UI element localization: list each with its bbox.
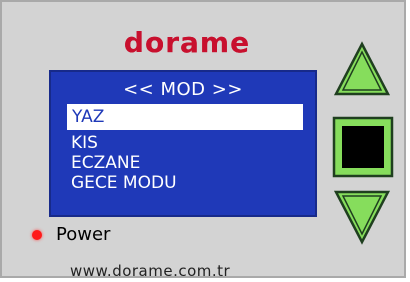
brand-logo: dorame: [90, 24, 284, 60]
website-text: www.dorame.com.tr: [70, 262, 231, 280]
menu-item-label: YAZ: [72, 107, 105, 127]
down-button[interactable]: [332, 186, 392, 246]
device-panel: dorame << MOD >> YAZ KIS ECZANE GECE MOD…: [0, 0, 406, 280]
brand-logo-text: dorame: [123, 25, 251, 59]
up-button[interactable]: [332, 40, 392, 100]
menu-item-label: KIS: [71, 133, 98, 153]
lcd-display: << MOD >> YAZ KIS ECZANE GECE MODU: [49, 70, 317, 217]
power-label: Power: [56, 224, 111, 245]
power-led-icon: [32, 229, 42, 240]
up-triangle-icon: [333, 41, 391, 96]
down-triangle-icon: [333, 190, 391, 245]
lcd-title: << MOD >>: [123, 79, 243, 100]
mode-menu: YAZ KIS ECZANE GECE MODU: [67, 104, 303, 193]
ok-button[interactable]: [332, 116, 394, 178]
square-icon: [332, 116, 394, 178]
menu-item-label: GECE MODU: [71, 173, 177, 193]
menu-item-kis[interactable]: KIS: [67, 133, 303, 153]
menu-item-eczane[interactable]: ECZANE: [67, 153, 303, 173]
menu-item-yaz[interactable]: YAZ: [67, 104, 303, 130]
menu-item-gece-modu[interactable]: GECE MODU: [67, 173, 303, 193]
menu-item-label: ECZANE: [71, 153, 141, 173]
power-indicator: Power: [32, 224, 110, 245]
